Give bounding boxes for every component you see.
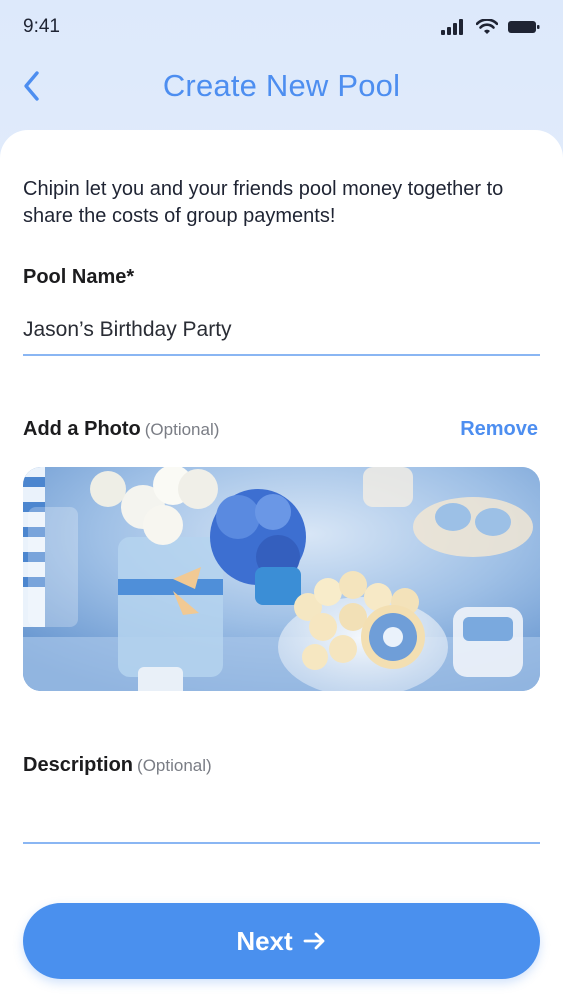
page-title: Create New Pool (162, 68, 401, 103)
intro-text: Chipin let you and your friends pool mon… (23, 178, 504, 227)
pool-photo[interactable] (23, 467, 540, 691)
party-photo-image (23, 467, 540, 691)
status-icons (441, 19, 541, 35)
next-button-label: Next (236, 925, 293, 956)
battery-icon (508, 21, 540, 33)
next-button[interactable]: Next (23, 903, 540, 979)
arrow-right-icon (303, 932, 325, 950)
form-card: Chipin let you and your friends pool mon… (0, 130, 563, 1000)
pool-name-label: Pool Name* (23, 266, 135, 288)
description-label: Description (Optional) (23, 754, 212, 777)
photo-label: Add a Photo (Optional) (23, 418, 219, 441)
status-time: 9:41 (23, 16, 60, 37)
pool-name-input[interactable] (23, 306, 540, 356)
photo-label-text: Add a Photo (23, 418, 141, 440)
signal-icon (441, 19, 463, 35)
photo-optional-text: (Optional) (144, 420, 220, 439)
remove-photo-button[interactable]: Remove (460, 418, 538, 441)
wifi-icon (476, 19, 498, 34)
description-optional-text: (Optional) (137, 756, 212, 775)
header: Create New Pool (0, 56, 563, 126)
status-bar: 9:41 (0, 0, 563, 56)
description-label-text: Description (23, 754, 134, 776)
description-input[interactable] (23, 794, 540, 844)
